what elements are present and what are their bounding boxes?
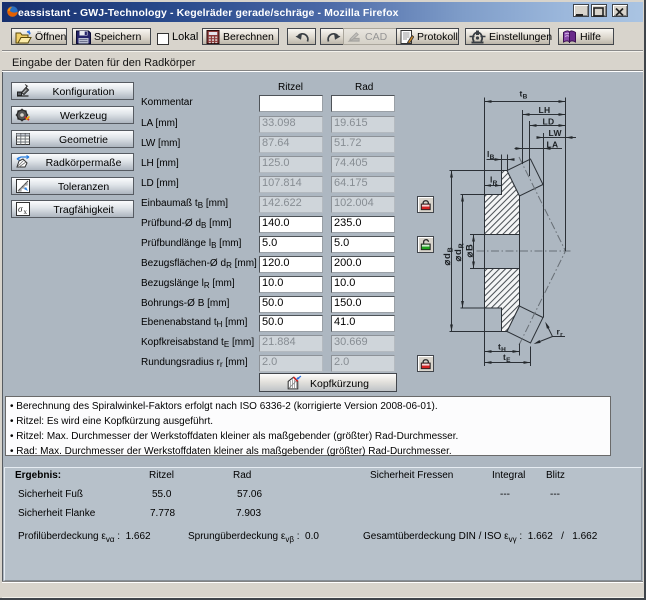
svg-text:LW: LW: [549, 128, 563, 138]
svg-text:tB: tB: [520, 89, 528, 101]
svg-text:LA: LA: [547, 139, 559, 149]
svg-text:x: x: [24, 208, 28, 216]
svg-text:σ: σ: [18, 204, 23, 214]
svg-text:LH: LH: [539, 105, 551, 115]
svg-text:⌀B: ⌀B: [465, 243, 476, 257]
svg-text:LD: LD: [543, 116, 555, 126]
